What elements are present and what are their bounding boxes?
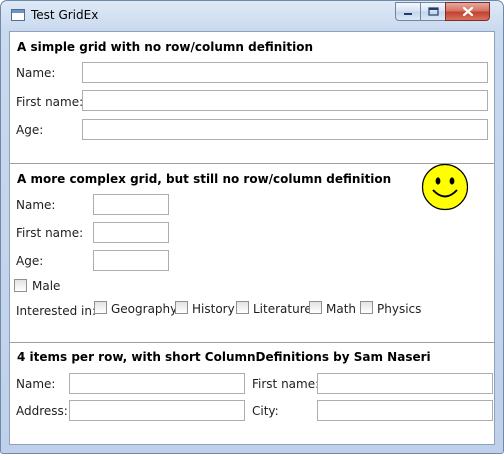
separator-2	[10, 342, 494, 343]
app-window: Test GridEx A simple grid with no row/co…	[0, 0, 504, 454]
section2-name-label: Name:	[16, 198, 56, 212]
section3-firstname-label: First name:	[252, 377, 320, 391]
maximize-icon	[427, 7, 439, 16]
physics-label: Physics	[377, 302, 422, 316]
section3-name-label: Name:	[16, 377, 56, 391]
section1-name-field[interactable]	[82, 62, 488, 83]
physics-checkbox[interactable]	[360, 301, 373, 314]
section1-age-label: Age:	[16, 123, 44, 137]
section3-firstname-field[interactable]	[317, 373, 493, 394]
section3-title: 4 items per row, with short ColumnDefini…	[17, 350, 431, 364]
history-label: History	[192, 302, 235, 316]
section1-age-field[interactable]	[82, 119, 488, 140]
section3-name-field[interactable]	[69, 373, 245, 394]
close-button[interactable]	[445, 2, 490, 21]
maximize-button[interactable]	[420, 2, 446, 21]
title-bar[interactable]: Test GridEx	[1, 1, 503, 31]
math-checkbox[interactable]	[309, 301, 322, 314]
section2-age-field[interactable]	[93, 250, 169, 271]
section3-address-field[interactable]	[69, 400, 245, 421]
smiley-face-icon	[421, 163, 469, 211]
section1-firstname-label: First name:	[16, 95, 84, 109]
section1-firstname-field[interactable]	[82, 90, 488, 111]
section3-city-field[interactable]	[317, 400, 493, 421]
section1-title: A simple grid with no row/column definit…	[17, 40, 314, 54]
interested-in-label: Interested in:	[16, 304, 97, 318]
minimize-icon	[404, 12, 412, 15]
male-checkbox[interactable]	[14, 279, 27, 292]
section3-city-label: City:	[252, 404, 279, 418]
history-checkbox[interactable]	[175, 301, 188, 314]
geography-label: Geography	[111, 302, 178, 316]
male-label: Male	[32, 279, 61, 293]
section2-title: A more complex grid, but still no row/co…	[17, 172, 392, 186]
section1-name-label: Name:	[16, 66, 56, 80]
window-app-icon[interactable]	[11, 9, 25, 21]
section2-age-label: Age:	[16, 254, 44, 268]
section2-firstname-label: First name:	[16, 226, 84, 240]
literature-label: Literature	[253, 302, 312, 316]
section3-address-label: Address:	[16, 404, 68, 418]
math-label: Math	[326, 302, 357, 316]
literature-checkbox[interactable]	[236, 301, 249, 314]
section2-firstname-field[interactable]	[93, 222, 169, 243]
section2-name-field[interactable]	[93, 194, 169, 215]
window-title: Test GridEx	[31, 8, 99, 22]
geography-checkbox[interactable]	[94, 301, 107, 314]
minimize-button[interactable]	[395, 2, 421, 21]
close-icon	[462, 6, 473, 17]
client-area: A simple grid with no row/column definit…	[9, 31, 495, 445]
